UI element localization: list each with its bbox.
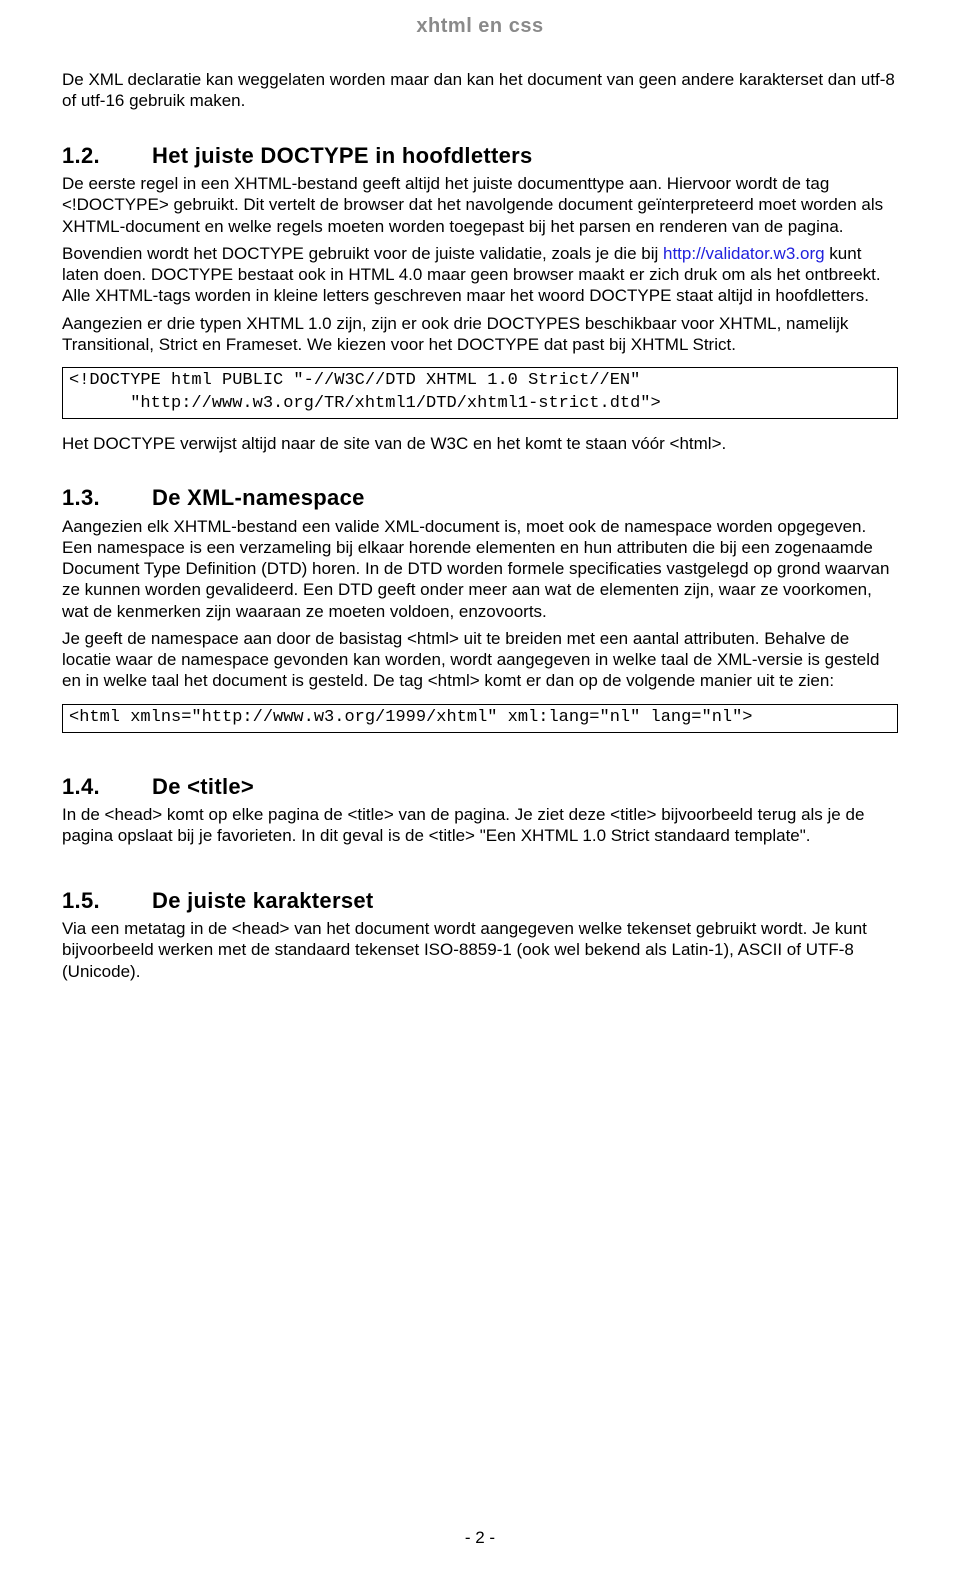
document-page: xhtml en css De XML declaratie kan wegge… [0,0,960,1570]
page-number: - 2 - [0,1527,960,1548]
section-1-2-text-pre: Bovendien wordt het DOCTYPE gebruikt voo… [62,244,663,263]
section-1-2-heading: 1.2.Het juiste DOCTYPE in hoofdletters [62,142,898,170]
section-1-4-heading: 1.4.De <title> [62,773,898,801]
validator-link[interactable]: http://validator.w3.org [663,244,825,263]
section-1-5-title: De juiste karakterset [152,888,374,913]
section-1-5-paragraph: Via een metatag in de <head> van het doc… [62,918,898,982]
section-1-4-title: De <title> [152,774,254,799]
section-1-3-heading: 1.3.De XML-namespace [62,484,898,512]
section-1-5-number: 1.5. [62,887,152,915]
section-1-2-number: 1.2. [62,142,152,170]
intro-paragraph: De XML declaratie kan weggelaten worden … [62,69,898,112]
section-1-2-title: Het juiste DOCTYPE in hoofdletters [152,143,533,168]
section-1-3-paragraph-1: Aangezien elk XHTML-bestand een valide X… [62,516,898,622]
section-1-3-title: De XML-namespace [152,485,365,510]
section-1-4-paragraph: In de <head> komt op elke pagina de <tit… [62,804,898,847]
section-1-4-number: 1.4. [62,773,152,801]
section-1-2-paragraph-b: Bovendien wordt het DOCTYPE gebruikt voo… [62,243,898,307]
section-1-3-number: 1.3. [62,484,152,512]
section-1-2-paragraph-a: De eerste regel in een XHTML-bestand gee… [62,173,898,237]
section-1-2-paragraph-after-code: Het DOCTYPE verwijst altijd naar de site… [62,433,898,454]
doctype-code-block: <!DOCTYPE html PUBLIC "-//W3C//DTD XHTML… [62,367,898,419]
section-1-2-paragraph-c: Aangezien er drie typen XHTML 1.0 zijn, … [62,313,898,356]
section-1-3-paragraph-2: Je geeft de namespace aan door de basist… [62,628,898,692]
section-1-5-heading: 1.5.De juiste karakterset [62,887,898,915]
page-header-title: xhtml en css [62,14,898,39]
html-tag-code-block: <html xmlns="http://www.w3.org/1999/xhtm… [62,704,898,733]
